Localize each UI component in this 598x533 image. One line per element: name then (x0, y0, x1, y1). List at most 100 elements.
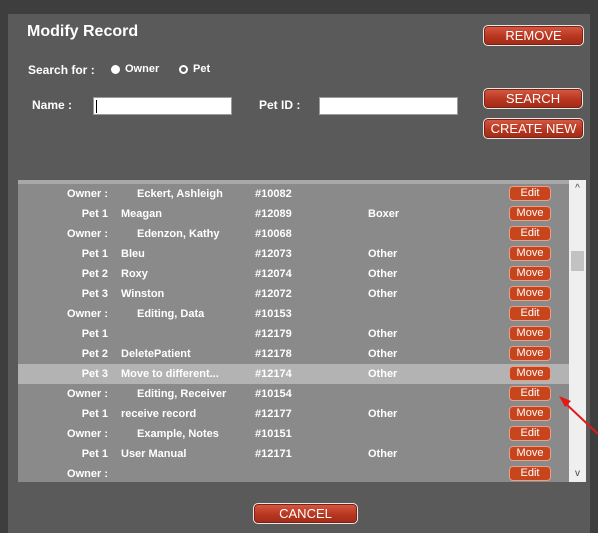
row-id: #12089 (255, 208, 292, 220)
row-name: receive record (121, 408, 197, 420)
name-input[interactable] (93, 97, 232, 115)
table-row[interactable]: Pet 1 receive record #12177 Other Move (18, 404, 569, 424)
dialog-title: Modify Record (27, 23, 139, 40)
row-type: Pet 1 (81, 248, 108, 260)
row-breed: Other (368, 348, 398, 360)
row-breed: Other (368, 328, 398, 340)
row-id: #12179 (255, 328, 292, 340)
row-breed: Other (368, 268, 398, 280)
row-id: #12072 (255, 288, 292, 300)
move-button[interactable]: Move (509, 446, 551, 461)
row-name: Eckert, Ashleigh (137, 188, 223, 200)
row-id: #12171 (255, 448, 292, 460)
row-type: Owner : (67, 428, 108, 440)
radio-pet-label: Pet (193, 63, 211, 75)
search-for-label: Search for : (28, 63, 95, 77)
edit-button[interactable]: Edit (509, 426, 551, 441)
row-id: #12178 (255, 348, 292, 360)
create-new-button[interactable]: CREATE NEW (483, 118, 584, 139)
row-name: Editing, Receiver (137, 388, 227, 400)
scroll-up-icon[interactable]: ^ (569, 180, 586, 197)
row-name: Move to different... (121, 368, 219, 380)
remove-button[interactable]: REMOVE (483, 25, 584, 46)
row-type: Owner : (67, 308, 108, 320)
row-id: #10082 (255, 188, 292, 200)
table-row[interactable]: Pet 1 User Manual #12171 Other Move (18, 444, 569, 464)
search-button[interactable]: SEARCH (483, 88, 583, 109)
row-breed: Other (368, 448, 398, 460)
row-id: #12074 (255, 268, 292, 280)
radio-owner-label: Owner (125, 63, 160, 75)
row-type: Pet 2 (81, 268, 108, 280)
move-button[interactable]: Move (509, 286, 551, 301)
table-row[interactable]: Pet 3 Winston #12072 Other Move (18, 284, 569, 304)
radio-owner[interactable]: Owner (111, 63, 159, 75)
scroll-thumb[interactable] (571, 251, 584, 271)
move-button[interactable]: Move (509, 326, 551, 341)
row-id: #10153 (255, 308, 292, 320)
table-row[interactable]: Pet 2 DeletePatient #12178 Other Move (18, 344, 569, 364)
edit-button[interactable]: Edit (509, 226, 551, 241)
move-button[interactable]: Move (509, 366, 551, 381)
table-row[interactable]: Pet 3 Move to different... #12174 Other Move (18, 364, 569, 384)
edit-button[interactable]: Edit (509, 306, 551, 321)
move-button[interactable]: Move (509, 206, 551, 221)
row-id: #12073 (255, 248, 292, 260)
table-row[interactable]: Owner : Edit (18, 464, 569, 482)
move-button[interactable]: Move (509, 346, 551, 361)
edit-button[interactable]: Edit (509, 386, 551, 401)
pet-id-label: Pet ID : (259, 98, 301, 112)
cancel-button[interactable]: CANCEL (253, 503, 358, 524)
row-name: Winston (121, 288, 165, 300)
move-button[interactable]: Move (509, 246, 551, 261)
row-name: Roxy (121, 268, 148, 280)
row-name: Example, Notes (137, 428, 219, 440)
radio-pet-dot[interactable] (179, 64, 188, 74)
table-row[interactable]: Pet 2 Roxy #12074 Other Move (18, 264, 569, 284)
table-row[interactable]: Pet 1 Bleu #12073 Other Move (18, 244, 569, 264)
row-breed: Other (368, 288, 398, 300)
row-type: Pet 1 (81, 208, 108, 220)
row-type: Owner : (67, 228, 108, 240)
move-button[interactable]: Move (509, 266, 551, 281)
edit-button[interactable]: Edit (509, 186, 551, 201)
radio-owner-dot[interactable] (111, 64, 120, 74)
row-type: Owner : (67, 388, 108, 400)
row-name: User Manual (121, 448, 187, 460)
move-button[interactable]: Move (509, 406, 551, 421)
list-scrollbar[interactable]: ^ v (569, 180, 586, 482)
row-name: Editing, Data (137, 308, 205, 320)
row-type: Owner : (67, 468, 108, 480)
table-row[interactable]: Owner : Edenzon, Kathy #10068 Edit (18, 224, 569, 244)
record-list[interactable]: Owner : Eckert, Ashleigh #10082 Edit Pet 1 Me… (18, 180, 586, 482)
name-label: Name : (32, 98, 73, 112)
edit-button[interactable]: Edit (509, 466, 551, 481)
row-breed: Other (368, 248, 398, 260)
row-name: DeletePatient (121, 348, 191, 360)
row-type: Pet 2 (81, 348, 108, 360)
row-breed: Boxer (368, 208, 400, 220)
row-id: #12174 (255, 368, 292, 380)
pet-id-input[interactable] (319, 97, 458, 115)
row-id: #12177 (255, 408, 292, 420)
text-caret (96, 100, 97, 113)
row-breed: Other (368, 408, 398, 420)
table-row[interactable]: Owner : Example, Notes #10151 Edit (18, 424, 569, 444)
scroll-down-icon[interactable]: v (569, 465, 586, 482)
table-row[interactable]: Owner : Editing, Data #10153 Edit (18, 304, 569, 324)
table-row[interactable]: Owner : Eckert, Ashleigh #10082 Edit (18, 184, 569, 204)
row-type: Pet 3 (81, 288, 108, 300)
table-row[interactable]: Pet 1 Meagan #12089 Boxer Move (18, 204, 569, 224)
radio-pet[interactable]: Pet (179, 63, 210, 75)
row-name: Bleu (121, 248, 145, 260)
table-row[interactable]: Owner : Editing, Receiver #10154 Edit (18, 384, 569, 404)
row-id: #10154 (255, 388, 292, 400)
row-id: #10068 (255, 228, 292, 240)
row-name: Meagan (121, 208, 162, 220)
row-type: Pet 3 (81, 368, 108, 380)
row-type: Owner : (67, 188, 108, 200)
row-breed: Other (368, 368, 398, 380)
table-row[interactable]: Pet 1 #12179 Other Move (18, 324, 569, 344)
row-type: Pet 1 (81, 448, 108, 460)
row-type: Pet 1 (81, 328, 108, 340)
